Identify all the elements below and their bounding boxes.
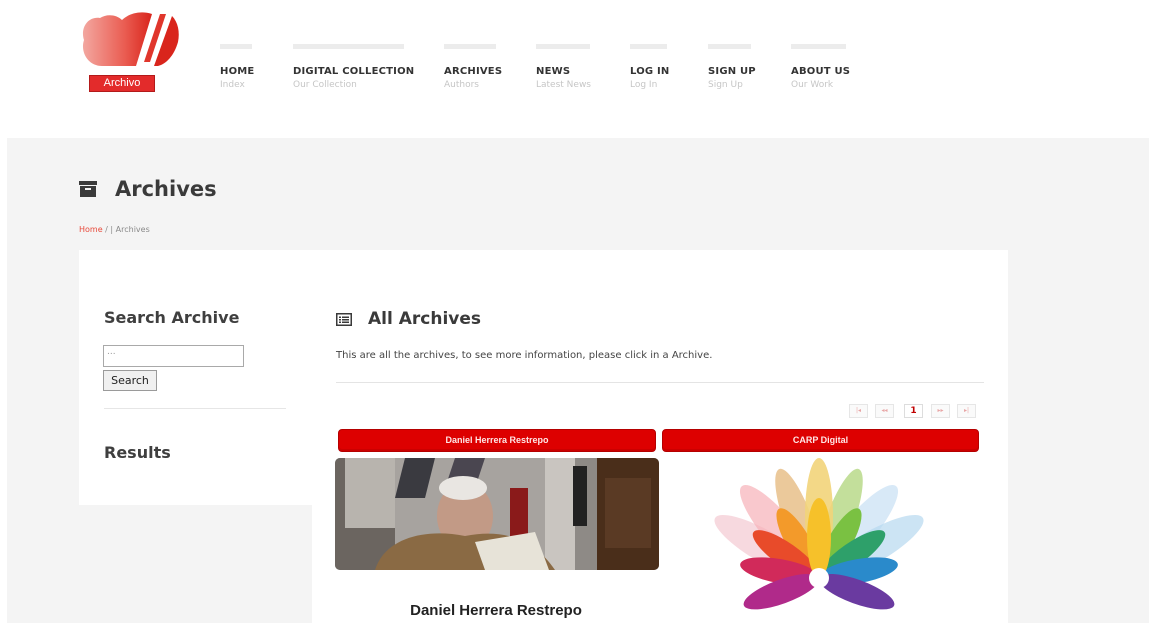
nav-bar (220, 44, 252, 49)
nav-digital-collection[interactable]: DIGITAL COLLECTION Our Collection (293, 44, 414, 90)
breadcrumb-separator: / | (105, 225, 114, 234)
pager-last-button[interactable]: ▸| (957, 404, 976, 418)
nav-log-in-label[interactable]: LOG IN (630, 66, 670, 77)
nav-archives-subtitle: Authors (444, 80, 479, 90)
all-archives-title: All Archives (368, 309, 482, 329)
nav-digital-collection-label[interactable]: DIGITAL COLLECTION (293, 66, 414, 77)
nav-news-label[interactable]: NEWS (536, 66, 591, 77)
all-archives-heading: All Archives (336, 307, 481, 331)
nav-home[interactable]: HOME Index (220, 44, 254, 90)
search-archive-heading: Search Archive (104, 308, 240, 327)
pager-prev-button[interactable]: ◂◂ (875, 404, 894, 418)
nav-bar (444, 44, 496, 49)
nav-about-us[interactable]: ABOUT US Our Work (791, 44, 850, 90)
nav-about-us-subtitle: Our Work (791, 80, 834, 90)
nav-bar (708, 44, 751, 49)
archive-tab-daniel-herrera[interactable]: Daniel Herrera Restrepo (338, 429, 656, 452)
nav-bar (293, 44, 404, 49)
search-input[interactable]: ... (103, 345, 244, 367)
nav-bar (630, 44, 667, 49)
nav-home-label[interactable]: HOME (220, 66, 254, 77)
sidebar-divider (104, 408, 286, 409)
site-header: Archivo HOME Index DIGITAL COLLECTION Ou… (0, 0, 1149, 138)
archive-box-icon (79, 181, 97, 197)
nav-bar (536, 44, 590, 49)
pager-first-button[interactable]: |◂ (849, 404, 868, 418)
search-button[interactable]: Search (103, 370, 157, 391)
nav-digital-collection-subtitle: Our Collection (293, 80, 357, 90)
nav-bar (791, 44, 846, 49)
breadcrumb-home[interactable]: Home (79, 225, 103, 234)
archive-image-carp-digital[interactable] (703, 458, 935, 623)
page-title: Archives (79, 175, 217, 203)
nav-log-in-subtitle: Log In (630, 80, 658, 90)
nav-news-subtitle: Latest News (536, 80, 591, 90)
archives-description: This are all the archives, to see more i… (336, 350, 713, 361)
main-divider (336, 382, 984, 383)
breadcrumb: Home / | Archives (79, 225, 150, 234)
nav-archives[interactable]: ARCHIVES Authors (444, 44, 502, 90)
nav-sign-up-subtitle: Sign Up (708, 80, 743, 90)
nav-archives-label[interactable]: ARCHIVES (444, 66, 502, 77)
archive-caption-daniel-herrera[interactable]: Daniel Herrera Restrepo (336, 602, 656, 619)
pager-current-page[interactable]: 1 (904, 404, 923, 418)
nav-log-in[interactable]: LOG IN Log In (630, 44, 670, 90)
list-icon (336, 312, 352, 326)
pager-next-button[interactable]: ▸▸ (931, 404, 950, 418)
breadcrumb-current: Archives (115, 225, 150, 234)
results-heading: Results (104, 443, 171, 462)
nav-sign-up-label[interactable]: SIGN UP (708, 66, 756, 77)
logo-label[interactable]: Archivo (89, 75, 155, 92)
nav-news[interactable]: NEWS Latest News (536, 44, 591, 90)
archive-photo-daniel-herrera[interactable] (335, 458, 659, 570)
archive-tab-carp-digital[interactable]: CARP Digital (662, 429, 979, 452)
nav-sign-up[interactable]: SIGN UP Sign Up (708, 44, 756, 90)
nav-about-us-label[interactable]: ABOUT US (791, 66, 850, 77)
nav-home-subtitle: Index (220, 80, 245, 90)
page-title-text: Archives (115, 177, 217, 201)
